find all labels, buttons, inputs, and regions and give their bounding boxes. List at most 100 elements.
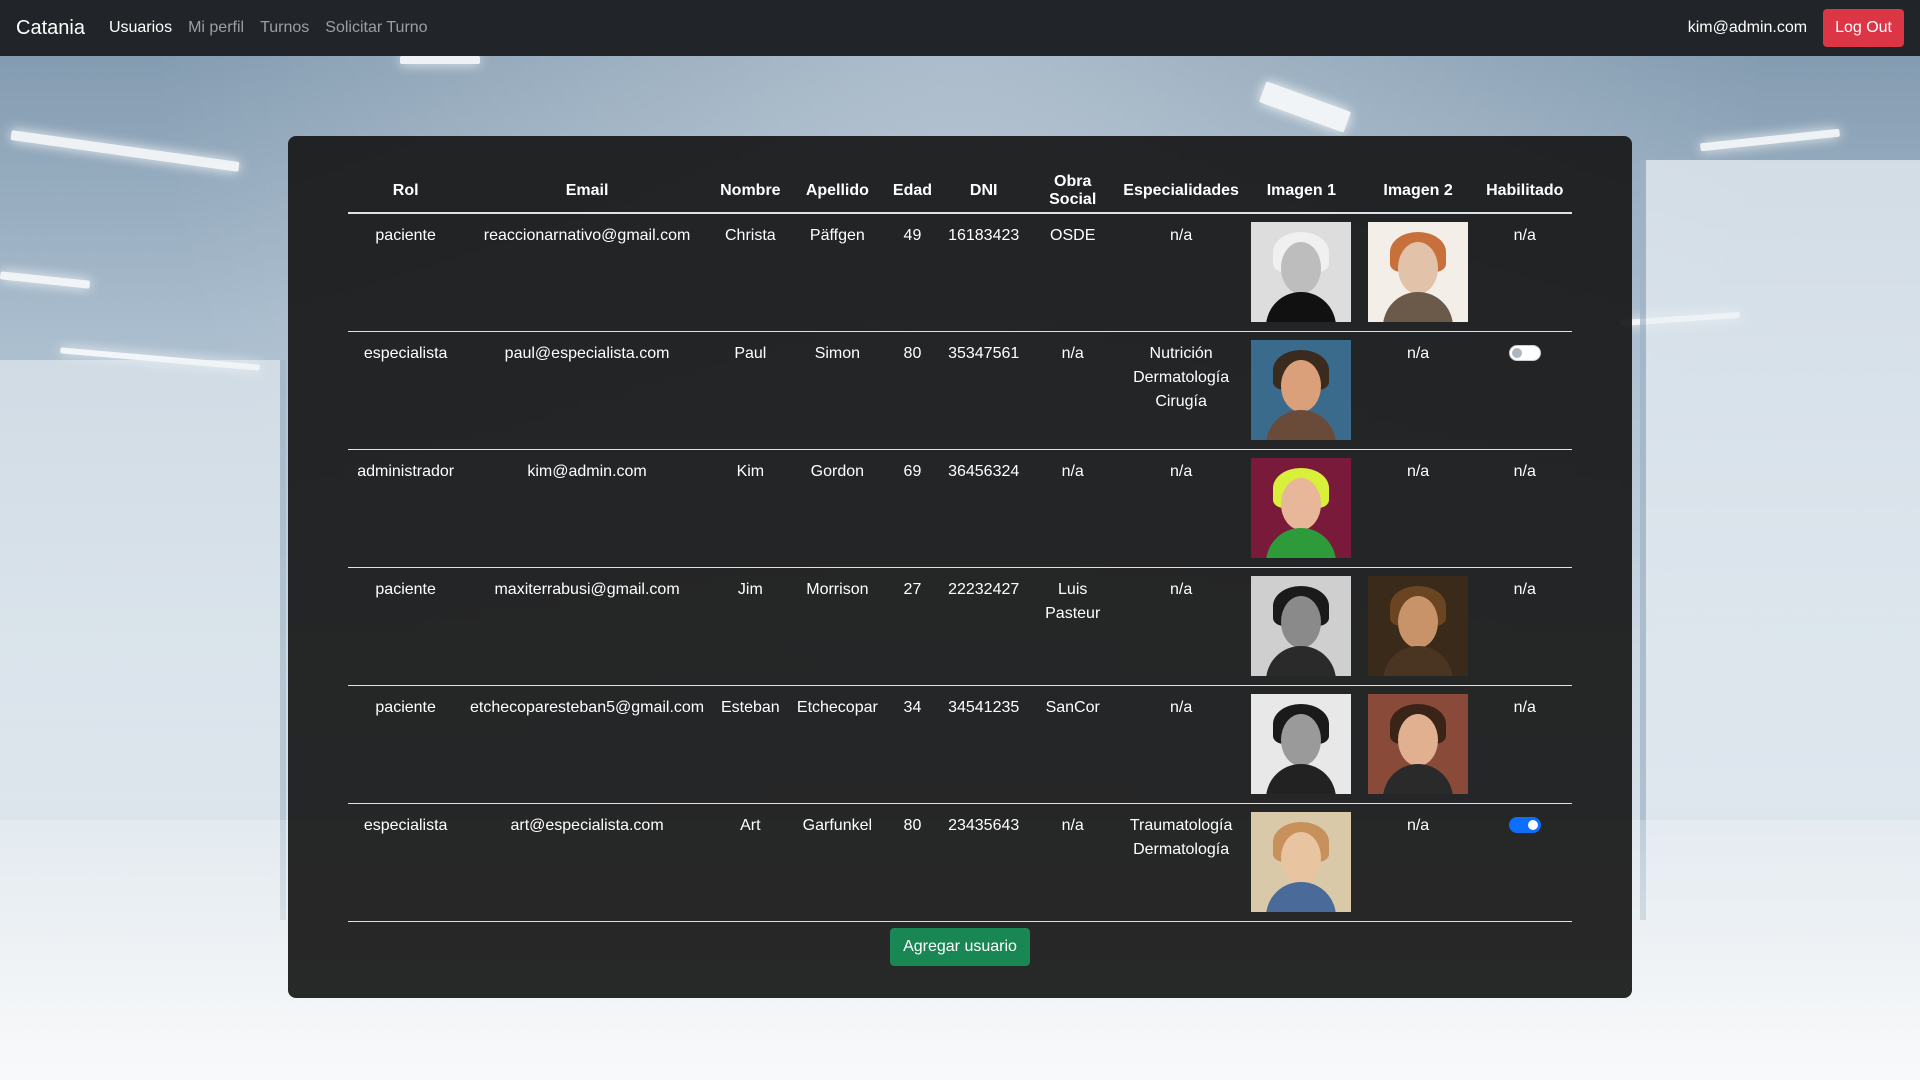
cell-obra-social: Luis Pasteur — [1027, 567, 1119, 686]
cell-especialidades: n/a — [1118, 685, 1245, 804]
cell-obra-social: n/a — [1027, 449, 1119, 568]
header-rol: Rol — [348, 170, 464, 214]
especialidad: Dermatología — [1133, 369, 1230, 386]
cell-nombre: Christa — [710, 213, 790, 332]
table-header-row: Rol Email Nombre Apellido Edad DNI Obra … — [348, 170, 1572, 214]
user-email: kim@admin.com — [1687, 19, 1808, 36]
especialidad: Traumatología — [1129, 817, 1233, 834]
cell-email: paul@especialista.com — [463, 331, 711, 450]
cell-apellido: Gordon — [789, 449, 885, 568]
cell-obra-social: n/a — [1027, 331, 1119, 450]
especialidad: n/a — [1169, 227, 1193, 244]
user-photo-2 — [1368, 694, 1469, 794]
especialidad: n/a — [1169, 699, 1193, 716]
cell-rol: especialista — [348, 803, 464, 922]
cell-imagen-1 — [1244, 331, 1359, 450]
logout-button[interactable]: Log Out — [1823, 9, 1904, 47]
table-row: paciente reaccionarnativo@gmail.com Chri… — [348, 213, 1572, 332]
cell-habilitado: n/a — [1477, 213, 1572, 332]
cell-email: reaccionarnativo@gmail.com — [463, 213, 711, 332]
user-photo-1 — [1251, 458, 1352, 558]
users-table: Rol Email Nombre Apellido Edad DNI Obra … — [348, 170, 1572, 922]
cell-edad: 34 — [884, 685, 941, 804]
header-imagen-2: Imagen 2 — [1358, 170, 1478, 214]
nav-mi-perfil[interactable]: Mi perfil — [188, 19, 244, 37]
cell-apellido: Morrison — [789, 567, 885, 686]
brand[interactable]: Catania — [16, 17, 85, 40]
nav-right: kim@admin.com Log Out — [1688, 9, 1904, 47]
cell-rol: especialista — [348, 331, 464, 450]
header-dni: DNI — [940, 170, 1028, 214]
add-user-button[interactable]: Agregar usuario — [890, 928, 1030, 966]
cell-imagen-2 — [1358, 685, 1478, 804]
cell-imagen-2 — [1358, 213, 1478, 332]
cell-rol: paciente — [348, 213, 464, 332]
cell-obra-social: OSDE — [1027, 213, 1119, 332]
habilitado-toggle[interactable] — [1508, 817, 1541, 833]
user-photo-1 — [1251, 340, 1352, 440]
cell-habilitado: n/a — [1477, 685, 1572, 804]
table-row: administrador kim@admin.com Kim Gordon 6… — [348, 449, 1572, 568]
nav-turnos[interactable]: Turnos — [260, 19, 309, 37]
cell-email: maxiterrabusi@gmail.com — [463, 567, 711, 686]
user-photo-1 — [1251, 576, 1352, 676]
especialidad: n/a — [1169, 581, 1193, 598]
navbar: Catania Usuarios Mi perfil Turnos Solici… — [0, 0, 1920, 56]
header-nombre: Nombre — [710, 170, 790, 214]
nav-solicitar-turno[interactable]: Solicitar Turno — [325, 19, 427, 37]
cell-nombre: Esteban — [710, 685, 790, 804]
cell-nombre: Paul — [710, 331, 790, 450]
habilitado-toggle[interactable] — [1508, 345, 1541, 361]
cell-obra-social: SanCor — [1027, 685, 1119, 804]
cell-dni: 23435643 — [940, 803, 1028, 922]
cell-especialidades: n/a — [1118, 213, 1245, 332]
cell-dni: 35347561 — [940, 331, 1028, 450]
cell-edad: 49 — [884, 213, 941, 332]
users-panel: Rol Email Nombre Apellido Edad DNI Obra … — [288, 136, 1632, 998]
cell-especialidades: n/a — [1118, 567, 1245, 686]
user-photo-1 — [1251, 694, 1352, 794]
especialidad: Cirugía — [1155, 393, 1207, 410]
cell-especialidades: n/a — [1118, 449, 1245, 568]
cell-obra-social: n/a — [1027, 803, 1119, 922]
header-especialidades: Especialidades — [1118, 170, 1245, 214]
cell-imagen-1 — [1244, 567, 1359, 686]
cell-email: kim@admin.com — [463, 449, 711, 568]
cell-apellido: Päffgen — [789, 213, 885, 332]
cell-rol: administrador — [348, 449, 464, 568]
cell-nombre: Kim — [710, 449, 790, 568]
cell-nombre: Art — [710, 803, 790, 922]
cell-imagen-1 — [1244, 449, 1359, 568]
cell-imagen-2: n/a — [1358, 331, 1478, 450]
cell-imagen-1 — [1244, 213, 1359, 332]
user-photo-1 — [1251, 812, 1352, 912]
cell-imagen-2: n/a — [1358, 803, 1478, 922]
header-habilitado: Habilitado — [1477, 170, 1572, 214]
user-photo-1 — [1251, 222, 1352, 322]
table-row: paciente maxiterrabusi@gmail.com Jim Mor… — [348, 567, 1572, 686]
header-imagen-1: Imagen 1 — [1244, 170, 1359, 214]
cell-nombre: Jim — [710, 567, 790, 686]
table-row: especialista art@especialista.com Art Ga… — [348, 803, 1572, 922]
cell-especialidades: Traumatología Dermatología — [1118, 803, 1245, 922]
cell-dni: 36456324 — [940, 449, 1028, 568]
user-photo-2 — [1368, 222, 1469, 322]
cell-dni: 34541235 — [940, 685, 1028, 804]
nav-usuarios[interactable]: Usuarios — [109, 19, 172, 37]
cell-dni: 22232427 — [940, 567, 1028, 686]
cell-imagen-1 — [1244, 685, 1359, 804]
cell-edad: 80 — [884, 803, 941, 922]
cell-edad: 80 — [884, 331, 941, 450]
cell-email: art@especialista.com — [463, 803, 711, 922]
header-email: Email — [463, 170, 711, 214]
cell-imagen-1 — [1244, 803, 1359, 922]
cell-email: etchecoparesteban5@gmail.com — [463, 685, 711, 804]
especialidad: Nutrición — [1149, 345, 1213, 362]
cell-habilitado: n/a — [1477, 567, 1572, 686]
header-apellido: Apellido — [789, 170, 885, 214]
cell-dni: 16183423 — [940, 213, 1028, 332]
table-row: especialista paul@especialista.com Paul … — [348, 331, 1572, 450]
header-obra-social: Obra Social — [1027, 170, 1119, 214]
cell-habilitado — [1477, 331, 1572, 450]
especialidad: n/a — [1169, 463, 1193, 480]
